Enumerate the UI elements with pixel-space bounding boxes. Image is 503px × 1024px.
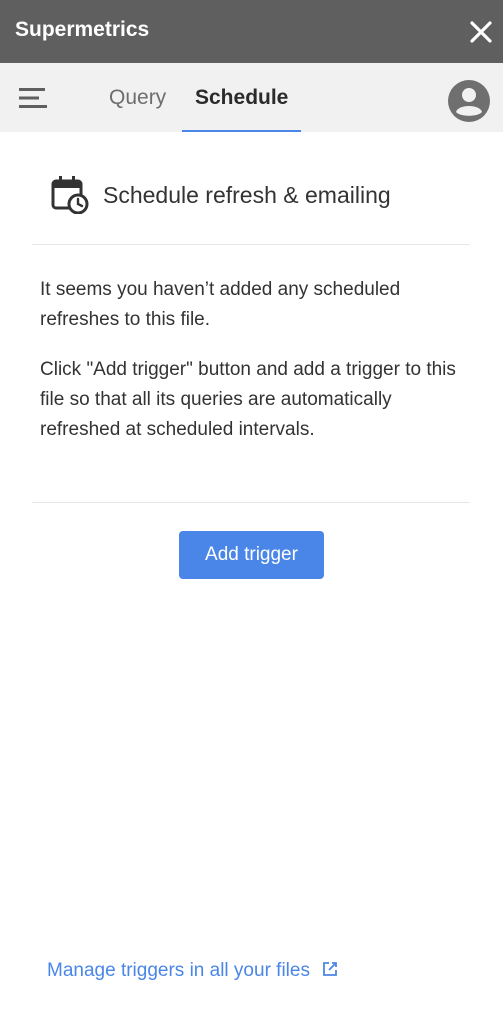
close-button[interactable]: [466, 17, 496, 47]
navigation-bar: Query Schedule: [0, 63, 503, 132]
manage-triggers-link[interactable]: Manage triggers in all your files: [47, 958, 339, 984]
active-tab-indicator: [182, 130, 301, 132]
manage-triggers-label: Manage triggers in all your files: [47, 960, 310, 981]
schedule-header: Schedule refresh & emailing: [50, 172, 470, 216]
app-title: Supermetrics: [15, 18, 150, 41]
menu-icon: [19, 88, 47, 108]
instruction-text: Click "Add trigger" button and add a tri…: [40, 359, 456, 440]
title-bar: Supermetrics: [0, 0, 503, 63]
calendar-clock-icon: [51, 176, 89, 214]
account-circle-icon: [448, 80, 490, 122]
add-trigger-button[interactable]: Add trigger: [179, 531, 324, 579]
divider: [32, 502, 470, 503]
empty-state-message: It seems you haven’t added any scheduled…: [40, 279, 401, 330]
external-link-icon: [323, 962, 338, 976]
schedule-title: Schedule refresh & emailing: [103, 182, 391, 208]
tab-query[interactable]: Query: [109, 85, 166, 111]
divider: [32, 244, 470, 245]
close-icon: [470, 21, 492, 43]
menu-button[interactable]: [17, 86, 49, 110]
account-button[interactable]: [447, 79, 491, 123]
tab-schedule[interactable]: Schedule: [195, 85, 288, 111]
